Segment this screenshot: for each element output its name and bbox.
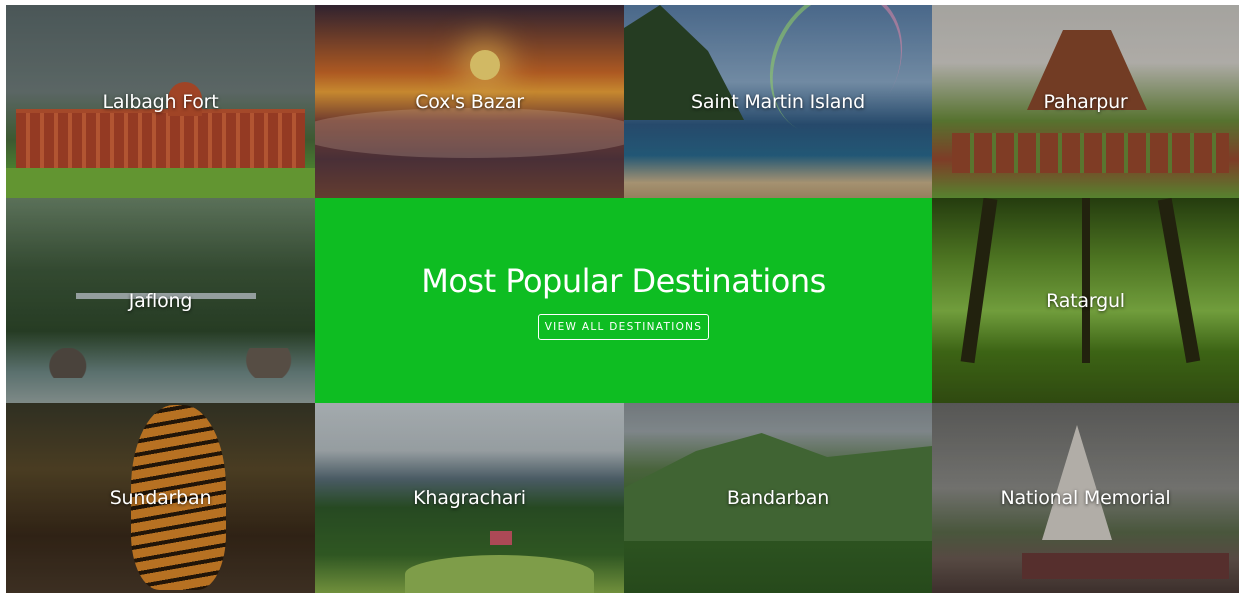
- destination-tile-jaflong[interactable]: Jaflong: [6, 198, 315, 403]
- featured-title: Most Popular Destinations: [421, 261, 826, 300]
- featured-banner: Most Popular Destinations VIEW ALL DESTI…: [315, 198, 932, 403]
- destination-label: Khagrachari: [413, 487, 526, 509]
- destination-label: Sundarban: [109, 487, 212, 509]
- destinations-grid: Lalbagh Fort Cox's Bazar Saint Martin Is…: [6, 5, 1239, 593]
- destination-tile-sundarban[interactable]: Sundarban: [6, 403, 315, 593]
- destination-tile-bandarban[interactable]: Bandarban: [624, 403, 932, 593]
- destination-tile-ratargul[interactable]: Ratargul: [932, 198, 1239, 403]
- destination-label: Jaflong: [128, 289, 193, 312]
- destination-label: Bandarban: [726, 487, 830, 509]
- destination-label: Cox's Bazar: [415, 90, 524, 113]
- destination-label: Ratargul: [1046, 289, 1125, 312]
- destination-tile-saint-martin-island[interactable]: Saint Martin Island: [624, 5, 932, 198]
- destination-label: Saint Martin Island: [691, 90, 865, 113]
- destination-tile-coxs-bazar[interactable]: Cox's Bazar: [315, 5, 624, 198]
- view-all-destinations-button[interactable]: VIEW ALL DESTINATIONS: [537, 313, 710, 340]
- destination-tile-national-memorial[interactable]: National Memorial: [932, 403, 1239, 593]
- destination-label: Paharpur: [1043, 90, 1128, 113]
- destination-label: Lalbagh Fort: [102, 90, 219, 113]
- destination-label: National Memorial: [1000, 487, 1171, 509]
- destination-tile-paharpur[interactable]: Paharpur: [932, 5, 1239, 198]
- destination-tile-lalbagh-fort[interactable]: Lalbagh Fort: [6, 5, 315, 198]
- destination-tile-khagrachari[interactable]: Khagrachari: [315, 403, 624, 593]
